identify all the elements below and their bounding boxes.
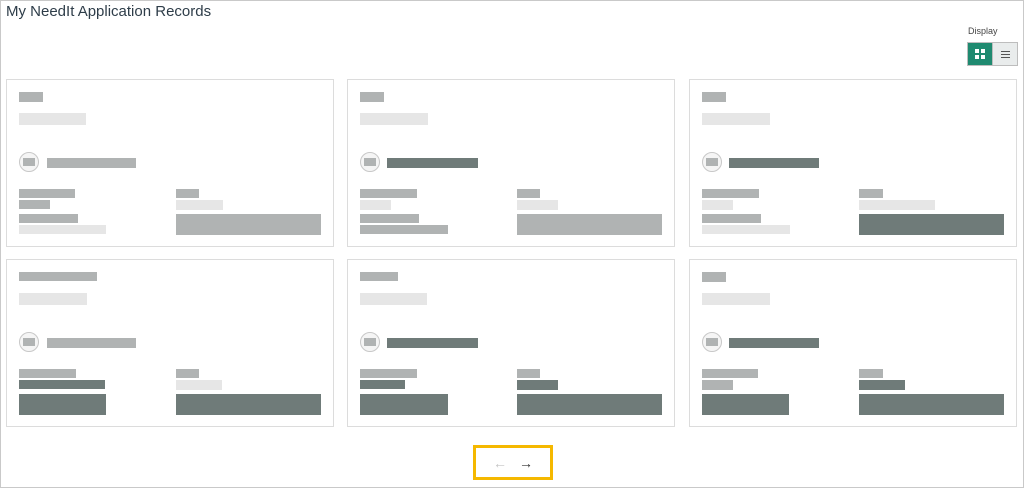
display-label: Display <box>968 26 998 36</box>
field-label-placeholder <box>702 214 761 223</box>
field-value-placeholder <box>360 200 391 210</box>
card-user-placeholder <box>729 338 819 348</box>
field-label-placeholder <box>176 369 199 378</box>
field-value-placeholder <box>19 225 106 234</box>
grid-view-button[interactable] <box>968 43 993 65</box>
status-placeholder <box>859 214 1004 235</box>
card-user-placeholder <box>47 338 136 348</box>
field-value-placeholder <box>702 225 790 234</box>
card-number-placeholder <box>19 272 97 281</box>
field-value-placeholder <box>176 380 222 390</box>
previous-page-arrow-icon[interactable]: ← <box>493 456 507 470</box>
field-value-placeholder <box>517 200 558 210</box>
record-card[interactable] <box>689 79 1017 247</box>
grid-view-icon <box>975 49 986 59</box>
field-value-placeholder <box>517 380 558 390</box>
field-value-placeholder <box>859 380 905 390</box>
card-number-placeholder <box>360 92 384 102</box>
field-label-placeholder <box>702 189 759 198</box>
field-value-placeholder <box>19 380 105 389</box>
page-title: My NeedIt Application Records <box>6 3 212 20</box>
list-view-button[interactable] <box>992 43 1017 65</box>
field-value-placeholder <box>176 200 223 210</box>
card-title-placeholder <box>360 293 427 305</box>
field-value-placeholder <box>360 225 448 234</box>
field-value-placeholder <box>19 394 106 415</box>
card-title-placeholder <box>360 113 428 125</box>
card-number-placeholder <box>702 272 726 282</box>
field-label-placeholder <box>176 189 199 198</box>
list-view-icon <box>1000 50 1010 58</box>
field-label-placeholder <box>19 189 75 198</box>
field-value-placeholder <box>702 380 733 390</box>
view-toggle <box>967 42 1018 66</box>
card-user-placeholder <box>729 158 819 168</box>
avatar-icon <box>702 332 722 352</box>
card-title-placeholder <box>702 113 770 125</box>
status-placeholder <box>176 394 321 415</box>
card-title-placeholder <box>19 113 86 125</box>
card-title-placeholder <box>702 293 770 305</box>
card-title-placeholder <box>19 293 87 305</box>
card-number-placeholder <box>19 92 43 102</box>
status-placeholder <box>176 214 321 235</box>
field-label-placeholder <box>859 369 883 378</box>
field-label-placeholder <box>517 369 540 378</box>
field-value-placeholder <box>702 200 733 210</box>
pagination: ← → <box>473 445 553 480</box>
record-card[interactable] <box>6 259 334 427</box>
field-value-placeholder <box>19 200 50 209</box>
card-number-placeholder <box>702 92 726 102</box>
field-label-placeholder <box>517 189 540 198</box>
record-card[interactable] <box>689 259 1017 427</box>
field-value-placeholder <box>360 394 448 415</box>
field-label-placeholder <box>360 369 417 378</box>
avatar-icon <box>19 152 39 172</box>
field-label-placeholder <box>859 189 883 198</box>
card-user-placeholder <box>387 158 478 168</box>
avatar-icon <box>19 332 39 352</box>
field-value-placeholder <box>859 200 935 210</box>
field-value-placeholder <box>702 394 789 415</box>
card-number-placeholder <box>360 272 398 281</box>
status-placeholder <box>859 394 1004 415</box>
record-card[interactable] <box>347 259 675 427</box>
field-value-placeholder <box>360 380 405 389</box>
next-page-arrow-icon[interactable]: → <box>519 456 533 470</box>
field-label-placeholder <box>702 369 758 378</box>
card-user-placeholder <box>47 158 136 168</box>
field-label-placeholder <box>360 189 417 198</box>
avatar-icon <box>360 152 380 172</box>
card-user-placeholder <box>387 338 478 348</box>
avatar-icon <box>702 152 722 172</box>
field-label-placeholder <box>19 369 76 378</box>
record-card[interactable] <box>347 79 675 247</box>
field-label-placeholder <box>360 214 419 223</box>
status-placeholder <box>517 214 662 235</box>
record-card[interactable] <box>6 79 334 247</box>
status-placeholder <box>517 394 662 415</box>
avatar-icon <box>360 332 380 352</box>
field-label-placeholder <box>19 214 78 223</box>
